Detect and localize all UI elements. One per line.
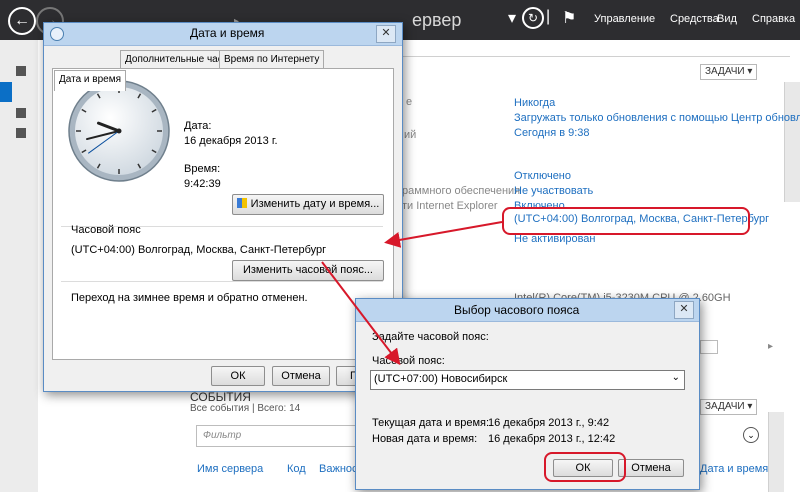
events-tasks-button[interactable]: ЗАДАЧИ ▾: [700, 399, 758, 415]
properties-scrollbar[interactable]: [784, 82, 800, 202]
dialog-title: Дата и время: [190, 26, 265, 40]
divider: [61, 281, 383, 282]
expand-chevron-icon[interactable]: ⌄: [743, 427, 759, 443]
date-value: 16 декабря 2013 г.: [184, 135, 278, 147]
menu-manage[interactable]: Управление: [594, 13, 655, 25]
column-header[interactable]: Имя сервера: [197, 463, 263, 475]
dropdown-arrow-icon[interactable]: ▾: [508, 8, 516, 28]
property-value-link[interactable]: Загружать только обновления с помощью Це…: [514, 112, 800, 124]
flag-icon[interactable]: ⚑: [562, 8, 576, 28]
change-timezone-button[interactable]: Изменить часовой пояс...: [232, 260, 384, 281]
change-datetime-label: Изменить дату и время...: [250, 198, 380, 210]
timezone-heading: Часовой пояс: [71, 224, 141, 236]
property-label-partial: е: [406, 96, 413, 108]
events-summary: Все события | Всего: 14: [190, 403, 301, 414]
clock-icon: [50, 27, 64, 41]
back-arrow-icon[interactable]: ←: [8, 7, 36, 35]
dashboard-icon[interactable]: [16, 66, 26, 76]
property-value-link[interactable]: Не участвовать: [514, 185, 593, 197]
tab-additional-clocks[interactable]: Дополнительные часы: [120, 50, 235, 69]
timezone-value: (UTC+04:00) Волгоград, Москва, Санкт-Пет…: [71, 244, 327, 256]
sidebar-active-indicator: [0, 82, 12, 102]
property-value-link[interactable]: Сегодня в 9:38: [514, 127, 590, 139]
events-heading: СОБЫТИЯ: [190, 390, 251, 404]
small-scroll-box[interactable]: [700, 340, 718, 354]
new-datetime-label: Новая дата и время:: [372, 433, 478, 445]
ok-button[interactable]: ОК: [211, 366, 265, 386]
property-label-partial: раммного обеспечения: [402, 185, 521, 197]
dialog-titlebar[interactable]: Выбор часового пояса ✕: [356, 299, 699, 322]
change-datetime-button[interactable]: Изменить дату и время...: [232, 194, 384, 215]
time-value: 9:42:39: [184, 178, 221, 190]
column-header[interactable]: Код: [287, 463, 306, 475]
all-servers-icon[interactable]: [16, 108, 26, 118]
date-label: Дата:: [184, 120, 212, 132]
tasks-button[interactable]: ЗАДАЧИ ▾: [700, 64, 758, 80]
close-button[interactable]: ✕: [376, 25, 396, 43]
menu-view[interactable]: Вид: [717, 13, 737, 25]
dst-note: Переход на зимнее время и обратно отмене…: [71, 292, 308, 304]
tab-internet-time[interactable]: Время по Интернету: [219, 50, 325, 69]
file-services-icon[interactable]: [16, 128, 26, 138]
new-datetime-value: 16 декабря 2013 г., 12:42: [488, 433, 616, 445]
annotation-highlight-oval: [502, 207, 750, 235]
events-scrollbar[interactable]: [768, 412, 784, 492]
divider: [400, 56, 790, 57]
datetime-tab-panel: Дата: 16 декабря 2013 г. Время: 9:42:39 …: [52, 68, 394, 360]
current-datetime-value: 16 декабря 2013 г., 9:42: [488, 417, 610, 429]
tasks-label: ЗАДАЧИ: [705, 401, 745, 412]
property-label-partial: ий: [404, 129, 417, 141]
dialog-titlebar[interactable]: Дата и время ✕: [44, 23, 402, 46]
chevron-down-icon: ⌄: [671, 372, 680, 383]
timezone-prompt: Задайте часовой пояс:: [372, 331, 489, 343]
separator-bar: |: [546, 8, 551, 25]
analog-clock: [68, 80, 170, 182]
scroll-arrow-icon[interactable]: ▸: [768, 341, 780, 353]
tab-date-time[interactable]: Дата и время: [54, 70, 127, 91]
time-label: Время:: [184, 163, 221, 175]
property-label-partial: ти Internet Explorer: [402, 200, 498, 212]
datetime-dialog: Дата и время ✕ Дата и время Дополнительн…: [43, 22, 403, 392]
timezone-select[interactable]: (UTC+07:00) Новосибирск ⌄: [370, 370, 685, 390]
property-value-link[interactable]: Отключено: [514, 170, 571, 182]
server-manager-title: ервер: [412, 10, 462, 30]
tasks-label: ЗАДАЧИ: [705, 66, 745, 77]
property-value-link[interactable]: Никогда: [514, 97, 555, 109]
timezone-field-label: Часовой пояс:: [372, 355, 445, 367]
timezone-selected-value: (UTC+07:00) Новосибирск: [374, 373, 508, 385]
cancel-button[interactable]: Отмена: [272, 366, 330, 386]
filter-placeholder: Фильтр: [203, 430, 242, 441]
close-button[interactable]: ✕: [674, 301, 694, 319]
column-header[interactable]: Дата и время: [700, 463, 768, 475]
timezone-dialog: Выбор часового пояса ✕ Задайте часовой п…: [355, 298, 700, 490]
menu-tools[interactable]: Средства: [670, 13, 719, 25]
menu-help[interactable]: Справка: [752, 13, 795, 25]
refresh-icon[interactable]: ↻: [522, 7, 544, 29]
annotation-highlight-oval: [544, 452, 626, 482]
uac-shield-icon: [236, 198, 247, 208]
current-datetime-label: Текущая дата и время:: [372, 417, 490, 429]
dialog-title: Выбор часового пояса: [454, 303, 580, 317]
cancel-button[interactable]: Отмена: [618, 459, 684, 477]
